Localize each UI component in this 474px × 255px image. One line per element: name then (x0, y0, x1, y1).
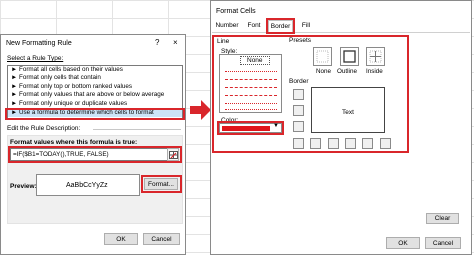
preset-none-label: None (316, 68, 332, 75)
border-right-button[interactable] (362, 138, 373, 149)
format-button-highlight (141, 175, 182, 193)
clear-button[interactable]: Clear (426, 213, 459, 224)
edit-description-label: Edit the Rule Description: (7, 125, 81, 132)
preview-text: AaBbCcYyZz (66, 182, 108, 189)
line-style-short-dash[interactable] (225, 103, 277, 104)
line-style-dash-dot-dot[interactable] (225, 79, 277, 80)
preset-outline-label: Outline (337, 68, 357, 75)
preset-inside-button[interactable] (366, 47, 385, 66)
border-preview-text: Text (342, 109, 354, 116)
formula-label: Format values where this formula is true… (10, 139, 138, 146)
tab-fill[interactable]: Fill (297, 20, 315, 32)
cancel-button[interactable]: Cancel (425, 237, 461, 249)
border-label: Border (289, 78, 309, 85)
rule-type-item[interactable]: ► Format only top or bottom ranked value… (8, 83, 182, 91)
preview-label: Preview: (10, 183, 37, 190)
dialog-title: New Formatting Rule (6, 40, 72, 47)
line-style-hair[interactable] (225, 109, 277, 110)
line-style-dashed[interactable] (225, 95, 277, 96)
border-center-button[interactable] (345, 138, 356, 149)
preset-none-button[interactable] (313, 47, 332, 66)
rule-type-item[interactable]: ► Format all cells based on their values (8, 66, 182, 74)
rule-type-item[interactable]: ► Format only cells that contain (8, 74, 182, 82)
cancel-button[interactable]: Cancel (143, 233, 180, 245)
section-divider (93, 129, 181, 130)
color-highlight (217, 121, 284, 135)
rule-type-item[interactable]: ► Format only unique or duplicate values (8, 100, 182, 108)
ok-button[interactable]: OK (104, 233, 138, 245)
tab-bar (212, 32, 470, 33)
preset-outline-icon (343, 50, 356, 63)
border-tab-highlight (266, 18, 295, 34)
select-rule-type-label: Select a Rule Type: (7, 55, 64, 62)
formula-highlight (8, 146, 182, 163)
border-diagonal-down-button[interactable] (310, 138, 321, 149)
right-arrow-icon (190, 100, 211, 120)
dialog-title: Format Cells (216, 8, 256, 15)
border-preview[interactable]: Text (311, 87, 385, 133)
border-diagonal-up-button[interactable] (293, 138, 304, 149)
border-diagonal-button[interactable] (380, 138, 391, 149)
border-bottom-button[interactable] (293, 121, 304, 132)
close-icon[interactable]: × (173, 38, 178, 48)
selected-rule-highlight (5, 108, 185, 120)
preset-inside-icon (369, 50, 382, 63)
line-style-none[interactable]: None (240, 56, 270, 65)
ok-button[interactable]: OK (386, 237, 420, 249)
preset-inside-label: Inside (366, 68, 383, 75)
preset-none-icon (316, 50, 329, 63)
line-style-dash-dot[interactable] (225, 87, 277, 88)
tab-font[interactable]: Font (242, 20, 266, 32)
rule-type-item[interactable]: ► Format only values that are above or b… (8, 91, 182, 99)
help-icon[interactable]: ? (155, 38, 159, 48)
preset-outline-button[interactable] (340, 47, 359, 66)
border-left-button[interactable] (328, 138, 339, 149)
line-label: Line (217, 38, 230, 45)
border-top-button[interactable] (293, 89, 304, 100)
line-style-dotted[interactable] (225, 71, 277, 72)
tab-number[interactable]: Number (213, 20, 241, 32)
preview-box: AaBbCcYyZz (36, 174, 140, 196)
border-middle-button[interactable] (293, 105, 304, 116)
line-style-list[interactable]: None (219, 54, 282, 113)
presets-label: Presets (289, 37, 312, 44)
